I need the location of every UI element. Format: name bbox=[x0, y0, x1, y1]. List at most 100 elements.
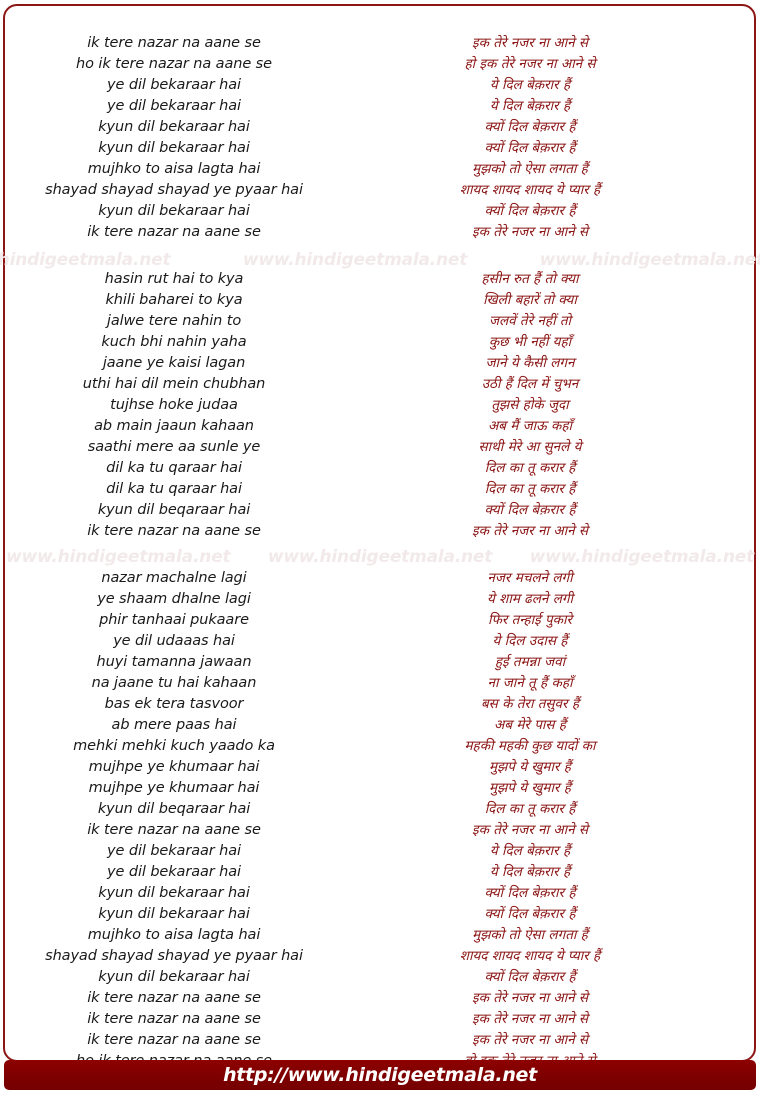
lyrics-page: www.hindigeetmala.netwww.hindigeetmala.n… bbox=[0, 0, 760, 1102]
lyric-hindi-text: दिल का तू करार हैं bbox=[484, 801, 576, 817]
lyric-line-row: kyun dil bekaraar hai क्यों दिल बेक़रार ह… bbox=[0, 967, 760, 988]
lyric-hindi-text: हसीन रुत हैं तो क्या bbox=[481, 271, 579, 287]
lyric-line-row: kyun dil bekaraar hai क्यों दिल बेक़रार ह… bbox=[0, 883, 760, 904]
footer-banner[interactable]: http://www.hindigeetmala.net bbox=[4, 1060, 756, 1090]
lyric-line-row: ho ik tere nazar na aane se हो इक तेरे नज… bbox=[0, 54, 760, 75]
lyric-line-row: mujhpe ye khumaar hai मुझपे ये खुमार हैं bbox=[0, 778, 760, 799]
lyric-line-row: ye dil bekaraar hai ये दिल बेक़रार हैं bbox=[0, 862, 760, 883]
lyric-roman-text: tujhse hoke judaa bbox=[110, 397, 238, 413]
lyric-hindi-text: क्यों दिल बेक़रार हैं bbox=[484, 969, 576, 985]
lyric-hindi-text: कुछ भी नहीं यहाँ bbox=[488, 334, 572, 350]
lyric-roman-text: nazar machalne lagi bbox=[101, 570, 247, 586]
lyric-roman-text: ye dil udaaas hai bbox=[113, 633, 235, 649]
lyric-line-row: ab main jaaun kahaan अब मैं जाऊ कहाँ bbox=[0, 416, 760, 437]
lyric-hindi-text: जलवें तेरे नहीं तो bbox=[488, 313, 572, 329]
lyric-roman-text: kyun dil bekaraar hai bbox=[98, 906, 250, 922]
lyric-line-row: huyi tamanna jawaan हुई तमन्ना जवां bbox=[0, 652, 760, 673]
lyric-roman-text: kyun dil bekaraar hai bbox=[98, 969, 250, 985]
lyric-line-row: kuch bhi nahin yaha कुछ भी नहीं यहाँ bbox=[0, 332, 760, 353]
lyric-line-row: ik tere nazar na aane se इक तेरे नजर ना आ… bbox=[0, 33, 760, 54]
lyric-line-row: kyun dil beqaraar hai क्यों दिल बेक़रार ह… bbox=[0, 500, 760, 521]
lyric-line-row: ik tere nazar na aane se इक तेरे नजर ना आ… bbox=[0, 1009, 760, 1030]
lyric-roman-text: mujhpe ye khumaar hai bbox=[88, 759, 260, 775]
lyric-roman-text: khili baharei to kya bbox=[105, 292, 243, 308]
lyric-hindi-text: ये दिल उदास हैं bbox=[492, 633, 568, 649]
lyric-hindi-text: ये शाम ढलने लगी bbox=[487, 591, 573, 607]
lyric-roman-text: ab mere paas hai bbox=[111, 717, 237, 733]
footer-site-url[interactable]: http://www.hindigeetmala.net bbox=[223, 1064, 537, 1086]
lyric-roman-text: ik tere nazar na aane se bbox=[87, 990, 261, 1006]
lyric-roman-text: kuch bhi nahin yaha bbox=[101, 334, 247, 350]
lyric-hindi-text: क्यों दिल बेक़रार हैं bbox=[484, 203, 576, 219]
lyric-line-row: shayad shayad shayad ye pyaar hai शायद शा… bbox=[0, 946, 760, 967]
lyric-roman-text: ik tere nazar na aane se bbox=[87, 35, 261, 51]
lyric-roman-text: ik tere nazar na aane se bbox=[87, 224, 261, 240]
lyric-hindi-text: दिल का तू करार हैं bbox=[484, 460, 576, 476]
lyric-line-row: jaane ye kaisi lagan जाने ये कैसी लगन bbox=[0, 353, 760, 374]
lyric-roman-text: kyun dil beqaraar hai bbox=[97, 502, 251, 518]
lyric-hindi-text: महकी महकी कुछ यादों का bbox=[464, 738, 596, 754]
lyric-line-row: ik tere nazar na aane se इक तेरे नजर ना आ… bbox=[0, 222, 760, 243]
lyric-hindi-text: नजर मचलने लगी bbox=[487, 570, 573, 586]
lyric-line-row: nazar machalne lagi नजर मचलने लगी bbox=[0, 568, 760, 589]
lyric-roman-text: bas ek tera tasvoor bbox=[104, 696, 244, 712]
lyric-line-row: saathi mere aa sunle ye साथी मेरे आ सुनले… bbox=[0, 437, 760, 458]
lyric-roman-text: ye shaam dhalne lagi bbox=[97, 591, 251, 607]
lyric-line-row: kyun dil beqaraar hai दिल का तू करार हैं bbox=[0, 799, 760, 820]
lyric-line-row: ik tere nazar na aane se इक तेरे नजर ना आ… bbox=[0, 988, 760, 1009]
lyric-line-row: na jaane tu hai kahaan ना जाने तू हैं कहा… bbox=[0, 673, 760, 694]
lyric-roman-text: ik tere nazar na aane se bbox=[87, 523, 261, 539]
lyric-roman-text: kyun dil bekaraar hai bbox=[98, 119, 250, 135]
lyric-roman-text: ye dil bekaraar hai bbox=[107, 98, 241, 114]
lyric-roman-text: uthi hai dil mein chubhan bbox=[82, 376, 266, 392]
lyric-roman-text: mehki mehki kuch yaado ka bbox=[73, 738, 275, 754]
lyric-hindi-text: हुई तमन्ना जवां bbox=[494, 654, 566, 670]
lyric-roman-text: huyi tamanna jawaan bbox=[96, 654, 252, 670]
lyric-roman-text: shayad shayad shayad ye pyaar hai bbox=[45, 182, 303, 198]
lyric-roman-text: ye dil bekaraar hai bbox=[107, 77, 241, 93]
lyric-line-row: ik tere nazar na aane se इक तेरे नजर ना आ… bbox=[0, 521, 760, 542]
lyric-line-row: bas ek tera tasvoor बस के तेरा तसुवर हैं bbox=[0, 694, 760, 715]
lyric-line-row: ye dil bekaraar hai ये दिल बेक़रार हैं bbox=[0, 96, 760, 117]
lyric-line-row: kyun dil bekaraar hai क्यों दिल बेक़रार ह… bbox=[0, 117, 760, 138]
lyric-line-row: khili baharei to kya खिली बहारें तो क्या bbox=[0, 290, 760, 311]
lyric-line-row: shayad shayad shayad ye pyaar hai शायद शा… bbox=[0, 180, 760, 201]
lyric-line-row: hasin rut hai to kya हसीन रुत हैं तो क्या bbox=[0, 269, 760, 290]
lyric-hindi-text: ये दिल बेक़रार हैं bbox=[489, 864, 571, 880]
lyric-line-row: phir tanhaai pukaare फिर तन्हाई पुकारे bbox=[0, 610, 760, 631]
lyric-line-row: kyun dil bekaraar hai क्यों दिल बेक़रार ह… bbox=[0, 904, 760, 925]
lyric-line-row: dil ka tu qaraar hai दिल का तू करार हैं bbox=[0, 458, 760, 479]
lyric-hindi-text: मुझपे ये खुमार हैं bbox=[489, 780, 571, 796]
lyric-line-row: ik tere nazar na aane se इक तेरे नजर ना आ… bbox=[0, 1030, 760, 1051]
lyrics-body: ik tere nazar na aane se इक तेरे नजर ना आ… bbox=[0, 0, 760, 1069]
lyric-hindi-text: क्यों दिल बेक़रार हैं bbox=[484, 906, 576, 922]
lyric-roman-text: mujhko to aisa lagta hai bbox=[87, 927, 261, 943]
lyric-hindi-text: उठी हैं दिल में चुभन bbox=[481, 376, 579, 392]
lyric-hindi-text: खिली बहारें तो क्या bbox=[483, 292, 577, 308]
lyric-hindi-text: इक तेरे नजर ना आने से bbox=[471, 990, 589, 1006]
lyric-roman-text: jaane ye kaisi lagan bbox=[102, 355, 246, 371]
lyric-hindi-text: इक तेरे नजर ना आने से bbox=[471, 224, 589, 240]
lyric-roman-text: mujhpe ye khumaar hai bbox=[88, 780, 260, 796]
lyric-roman-text: mujhko to aisa lagta hai bbox=[87, 161, 261, 177]
lyric-hindi-text: ये दिल बेक़रार हैं bbox=[489, 77, 571, 93]
lyric-line-row: ye dil udaaas hai ये दिल उदास हैं bbox=[0, 631, 760, 652]
lyric-hindi-text: इक तेरे नजर ना आने से bbox=[471, 523, 589, 539]
lyric-line-row: mujhko to aisa lagta hai मुझको तो ऐसा लगत… bbox=[0, 925, 760, 946]
lyric-hindi-text: मुझको तो ऐसा लगता हैं bbox=[472, 161, 588, 177]
lyric-roman-text: phir tanhaai pukaare bbox=[99, 612, 249, 628]
lyric-hindi-text: इक तेरे नजर ना आने से bbox=[471, 1032, 589, 1048]
lyric-hindi-text: ये दिल बेक़रार हैं bbox=[489, 98, 571, 114]
lyric-hindi-text: बस के तेरा तसुवर हैं bbox=[480, 696, 580, 712]
lyrics-stanza: ik tere nazar na aane se इक तेरे नजर ना आ… bbox=[0, 33, 760, 243]
lyric-line-row: mujhpe ye khumaar hai मुझपे ये खुमार हैं bbox=[0, 757, 760, 778]
lyric-hindi-text: इक तेरे नजर ना आने से bbox=[471, 35, 589, 51]
lyric-hindi-text: मुझपे ये खुमार हैं bbox=[489, 759, 571, 775]
lyric-hindi-text: तुझसे होके जुदा bbox=[491, 397, 569, 413]
lyric-hindi-text: दिल का तू करार हैं bbox=[484, 481, 576, 497]
lyric-hindi-text: फिर तन्हाई पुकारे bbox=[487, 612, 573, 628]
lyric-roman-text: kyun dil bekaraar hai bbox=[98, 885, 250, 901]
lyric-roman-text: dil ka tu qaraar hai bbox=[106, 460, 242, 476]
lyric-roman-text: ab main jaaun kahaan bbox=[94, 418, 254, 434]
lyric-roman-text: kyun dil bekaraar hai bbox=[98, 203, 250, 219]
